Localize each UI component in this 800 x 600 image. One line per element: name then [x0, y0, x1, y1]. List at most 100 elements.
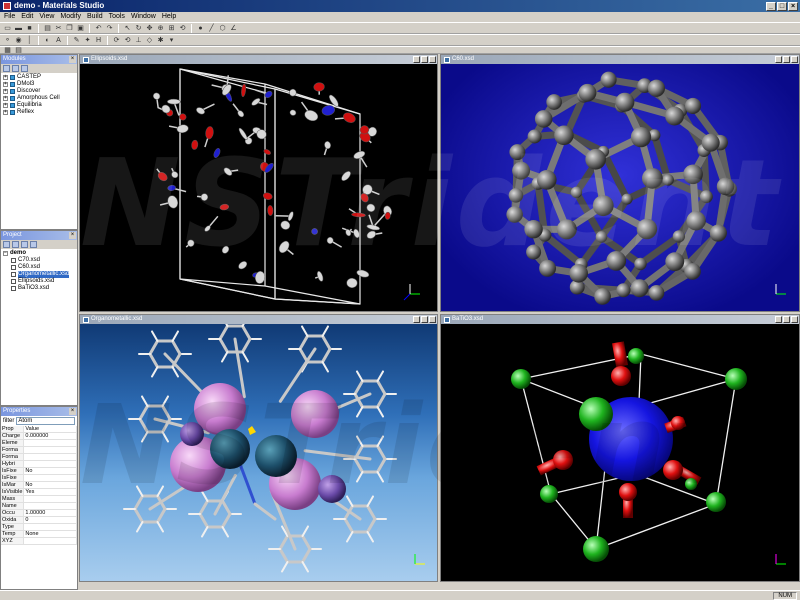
rotate-y-icon[interactable]: ⟲	[123, 36, 132, 45]
stick-icon[interactable]: │	[25, 36, 34, 45]
property-row[interactable]: Name	[1, 502, 77, 510]
translate-icon[interactable]: ✥	[145, 24, 154, 33]
open-folder-icon[interactable]: ▬	[14, 24, 23, 33]
close-icon[interactable]: ×	[69, 408, 76, 415]
module-item[interactable]: + DMol3	[3, 81, 75, 88]
expand-icon[interactable]: +	[3, 103, 8, 108]
dropdown-arrow-icon[interactable]: ▾	[167, 36, 176, 45]
ring-icon[interactable]: ⬡	[218, 24, 227, 33]
minimize-icon[interactable]	[775, 56, 782, 63]
module-item[interactable]: + Equilibria	[3, 102, 75, 109]
viewer-3d[interactable]	[441, 64, 799, 311]
menu-edit[interactable]: Edit	[21, 12, 33, 22]
property-row[interactable]: Hybri	[1, 460, 77, 468]
expand-icon[interactable]: +	[3, 89, 8, 94]
project-root[interactable]: − demo	[3, 250, 75, 257]
bond-icon[interactable]: ╱	[207, 24, 216, 33]
redo-icon[interactable]: ↷	[105, 24, 114, 33]
project-file[interactable]: C70.xsd	[3, 257, 75, 264]
viewer-3d[interactable]	[441, 324, 799, 581]
close-icon[interactable]	[791, 56, 798, 63]
project-file[interactable]: BaTiO3.xsd	[3, 285, 75, 292]
maximize-icon[interactable]	[783, 316, 790, 323]
hydrogen-icon[interactable]: H	[94, 36, 103, 45]
fit-icon[interactable]: ⊞	[167, 24, 176, 33]
axis-icon[interactable]: ⊥	[134, 36, 143, 45]
atom-icon[interactable]: ●	[196, 24, 205, 33]
menu-build[interactable]: Build	[87, 12, 103, 22]
maximize-icon[interactable]	[783, 56, 790, 63]
delete-icon[interactable]	[12, 241, 19, 248]
property-row[interactable]: Type	[1, 523, 77, 531]
module-item[interactable]: + Reflex	[3, 109, 75, 116]
sketch-icon[interactable]: ✎	[72, 36, 81, 45]
doc-window-batio3[interactable]: BaTiO3.xsd	[440, 314, 800, 582]
symmetry-icon[interactable]: ✱	[156, 36, 165, 45]
folder-icon[interactable]	[30, 241, 37, 248]
zoom-icon[interactable]: ⊕	[156, 24, 165, 33]
select-icon[interactable]: ↖	[123, 24, 132, 33]
property-row[interactable]: Forma	[1, 453, 77, 461]
rotate-x-icon[interactable]: ⟳	[112, 36, 121, 45]
module-item[interactable]: + Amorphous Cell	[3, 95, 75, 102]
property-row[interactable]: Temp None	[1, 530, 77, 538]
expand-icon[interactable]: +	[3, 110, 8, 115]
close-icon[interactable]	[791, 316, 798, 323]
property-row[interactable]: IsFixe	[1, 474, 77, 482]
print-icon[interactable]: ▤	[43, 24, 52, 33]
minimize-icon[interactable]	[775, 316, 782, 323]
maximize-icon[interactable]	[421, 316, 428, 323]
expand-icon[interactable]: +	[3, 96, 8, 101]
viewer-3d[interactable]	[80, 64, 437, 311]
module-item[interactable]: + CASTEP	[3, 74, 75, 81]
property-row[interactable]: IsVisible Yes	[1, 488, 77, 496]
module-help-icon[interactable]	[21, 65, 28, 72]
close-icon[interactable]	[429, 56, 436, 63]
property-row[interactable]: IsFixe No	[1, 467, 77, 475]
undo-icon[interactable]: ↶	[94, 24, 103, 33]
property-row[interactable]: IsMar No	[1, 481, 77, 489]
property-row[interactable]: Oxida 0	[1, 516, 77, 524]
doc-window-ellipsoids[interactable]: Ellipsoids.xsd	[79, 54, 438, 312]
color-icon[interactable]: ◐	[43, 36, 52, 45]
module-settings-icon[interactable]	[12, 65, 19, 72]
new-file-icon[interactable]: ▭	[3, 24, 12, 33]
expand-icon[interactable]: +	[3, 75, 8, 80]
ball-stick-icon[interactable]: ⚬	[3, 36, 12, 45]
project-file[interactable]: C60.xsd	[3, 264, 75, 271]
module-run-icon[interactable]	[3, 65, 10, 72]
clean-icon[interactable]: ✦	[83, 36, 92, 45]
minimize-button[interactable]: _	[766, 1, 776, 11]
property-row[interactable]: Forma	[1, 446, 77, 454]
close-icon[interactable]: ×	[69, 232, 76, 239]
maximize-button[interactable]: □	[777, 1, 787, 11]
property-row[interactable]: Eleme	[1, 439, 77, 447]
close-button[interactable]: ×	[788, 1, 798, 11]
menu-file[interactable]: File	[4, 12, 15, 22]
maximize-icon[interactable]	[421, 56, 428, 63]
menu-window[interactable]: Window	[131, 12, 156, 22]
project-file[interactable]: Ellipsoids.xsd	[3, 278, 75, 285]
menu-tools[interactable]: Tools	[109, 12, 125, 22]
paste-icon[interactable]: ▣	[76, 24, 85, 33]
reset-view-icon[interactable]: ⟲	[178, 24, 187, 33]
lattice-icon[interactable]: ◇	[145, 36, 154, 45]
doc-window-organometallic[interactable]: Organometallic.xsd	[79, 314, 438, 582]
new-icon[interactable]	[3, 241, 10, 248]
viewer-3d[interactable]	[80, 315, 437, 581]
label-icon[interactable]: A	[54, 36, 63, 45]
close-icon[interactable]: ×	[69, 56, 76, 63]
module-item[interactable]: + Discover	[3, 88, 75, 95]
cpk-icon[interactable]: ◉	[14, 36, 23, 45]
minimize-icon[interactable]	[413, 316, 420, 323]
property-row[interactable]: Mass	[1, 495, 77, 503]
collapse-icon[interactable]: −	[3, 251, 8, 256]
rename-icon[interactable]	[21, 241, 28, 248]
minimize-icon[interactable]	[413, 56, 420, 63]
menu-modify[interactable]: Modify	[60, 12, 81, 22]
cut-icon[interactable]: ✂	[54, 24, 63, 33]
property-row[interactable]: Charge 0.000000	[1, 432, 77, 440]
save-icon[interactable]: ■	[25, 24, 34, 33]
property-row[interactable]: Occu 1.00000	[1, 509, 77, 517]
project-file-selected[interactable]: Organometallic.xsd	[3, 271, 75, 278]
